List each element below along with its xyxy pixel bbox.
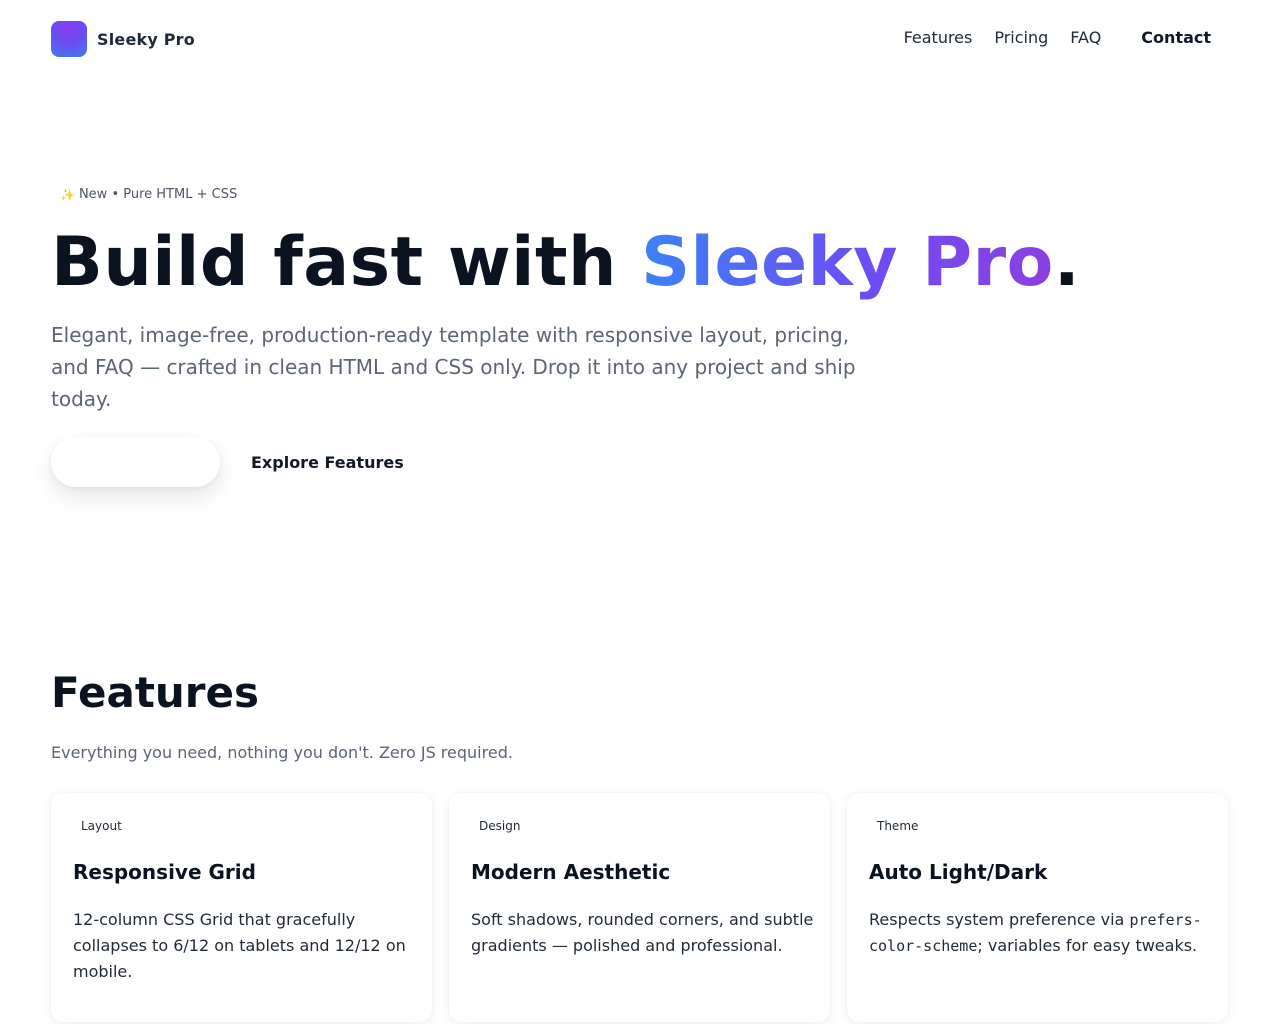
feature-tag: Theme <box>877 819 919 833</box>
brand-name: Sleeky Pro <box>97 29 195 49</box>
sparkles-icon: ✨ <box>60 187 75 202</box>
feature-description-after: ; variables for easy tweaks. <box>977 936 1198 955</box>
features-subtitle: Everything you need, nothing you don't. … <box>51 743 513 762</box>
hero-title: Build fast with Sleeky Pro. <box>51 222 1080 304</box>
brand[interactable]: Sleeky Pro <box>51 21 195 57</box>
nav-link-features[interactable]: Features <box>904 28 973 48</box>
brand-logo <box>51 21 87 57</box>
primary-cta-button[interactable] <box>51 437 220 487</box>
nav-link-contact[interactable]: Contact <box>1141 28 1211 48</box>
feature-description: Respects system preference via prefers-c… <box>869 907 1214 959</box>
explore-features-button[interactable]: Explore Features <box>251 453 404 472</box>
features-title: Features <box>51 668 259 717</box>
nav-link-faq[interactable]: FAQ <box>1070 28 1101 48</box>
feature-title: Responsive Grid <box>73 860 256 884</box>
feature-card-theme: Theme Auto Light/Dark Respects system pr… <box>847 793 1228 1022</box>
hero-eyebrow: ✨ New • Pure HTML + CSS <box>60 187 237 202</box>
feature-description: 12-column CSS Grid that gracefully colla… <box>73 910 406 981</box>
feature-description-before: Respects system preference via <box>869 910 1130 929</box>
feature-tag: Layout <box>81 819 122 833</box>
hero-title-highlight: Sleeky Pro <box>641 223 1054 302</box>
hero-title-suffix: . <box>1053 223 1081 302</box>
main-nav: Features Pricing FAQ Contact <box>882 28 1211 48</box>
hero-cta-row: Explore Features <box>51 437 404 487</box>
feature-title: Modern Aesthetic <box>471 860 671 884</box>
feature-card-design: Design Modern Aesthetic Soft shadows, ro… <box>449 793 830 1022</box>
feature-description: Soft shadows, rounded corners, and subtl… <box>471 910 814 955</box>
feature-cards: Layout Responsive Grid 12-column CSS Gri… <box>51 793 1228 1022</box>
feature-title: Auto Light/Dark <box>869 860 1048 884</box>
feature-tag: Design <box>479 819 521 833</box>
hero-subtitle: Elegant, image-free, production-ready te… <box>51 323 856 411</box>
nav-link-pricing[interactable]: Pricing <box>994 28 1048 48</box>
hero-eyebrow-text: New • Pure HTML + CSS <box>78 187 238 202</box>
feature-card-layout: Layout Responsive Grid 12-column CSS Gri… <box>51 793 432 1022</box>
site-header: Sleeky Pro Features Pricing FAQ Contact <box>0 0 1280 78</box>
hero-title-prefix: Build fast with <box>51 223 642 302</box>
